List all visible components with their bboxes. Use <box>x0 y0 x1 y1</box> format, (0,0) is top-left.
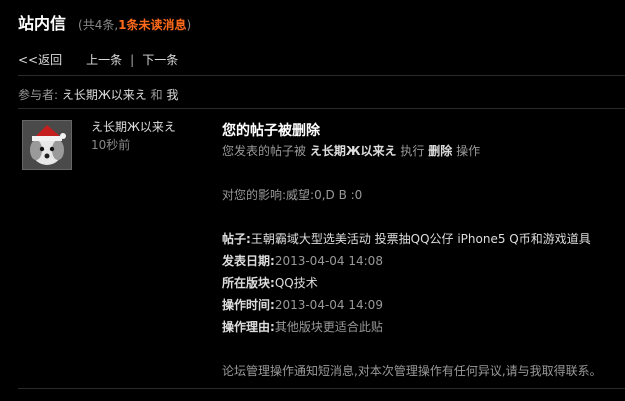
divider <box>18 108 625 109</box>
sender-name[interactable]: え长期Ж以来え <box>91 118 176 135</box>
optime-row: 操作时间:2013-04-04 14:09 <box>222 298 383 312</box>
message-summary: 您发表的帖子被 え长期Ж以来え 执行 删除 操作 <box>222 144 481 158</box>
message-heading: 您的帖子被删除 <box>222 123 320 139</box>
impact-text: 对您的影响:威望:0,D B :0 <box>222 188 363 202</box>
message-nav: <<返回 上一条 | 下一条 <box>18 51 178 68</box>
dog-avatar-icon <box>23 121 71 169</box>
back-link[interactable]: <<返回 <box>18 51 62 68</box>
participant-self: 我 <box>166 88 179 102</box>
page-header: 站内信 (共4条,1条未读消息) <box>18 10 192 33</box>
post-title-link[interactable]: 王朝霸域大型选美活动 投票抽QQ公仔 iPhone5 Q币和游戏道具 <box>251 232 591 246</box>
footer-note: 论坛管理操作通知短消息,对本次管理操作有任何异议,请与我取得联系。 <box>222 364 602 378</box>
divider <box>18 75 625 76</box>
avatar[interactable] <box>22 120 72 170</box>
date-row: 发表日期:2013-04-04 14:08 <box>222 254 383 268</box>
page-title: 站内信 <box>18 14 67 33</box>
participants: 参与者: え长期Ж以来え 和 我 <box>18 88 179 102</box>
action-name: 删除 <box>428 144 453 158</box>
unread-count: 1条未读消息 <box>118 18 187 32</box>
reason-row: 操作理由:其他版块更适合此贴 <box>222 320 383 334</box>
board-link[interactable]: QQ技术 <box>275 276 318 290</box>
nav-separator: | <box>130 52 135 67</box>
prev-message-link[interactable]: 上一条 <box>86 51 122 68</box>
next-message-link[interactable]: 下一条 <box>142 51 178 68</box>
message-count: (共4条,1条未读消息) <box>78 18 192 32</box>
board-row: 所在版块:QQ技术 <box>222 276 318 290</box>
message-time: 10秒前 <box>91 138 131 152</box>
participant-link[interactable]: え长期Ж以来え <box>62 88 147 102</box>
message-body: 您的帖子被删除 您发表的帖子被 え长期Ж以来え 执行 删除 操作 对您的影响:威… <box>222 120 602 384</box>
divider <box>18 388 625 389</box>
post-row: 帖子:王朝霸域大型选美活动 投票抽QQ公仔 iPhone5 Q币和游戏道具 <box>222 232 591 246</box>
actor-name[interactable]: え长期Ж以来え <box>310 144 397 158</box>
